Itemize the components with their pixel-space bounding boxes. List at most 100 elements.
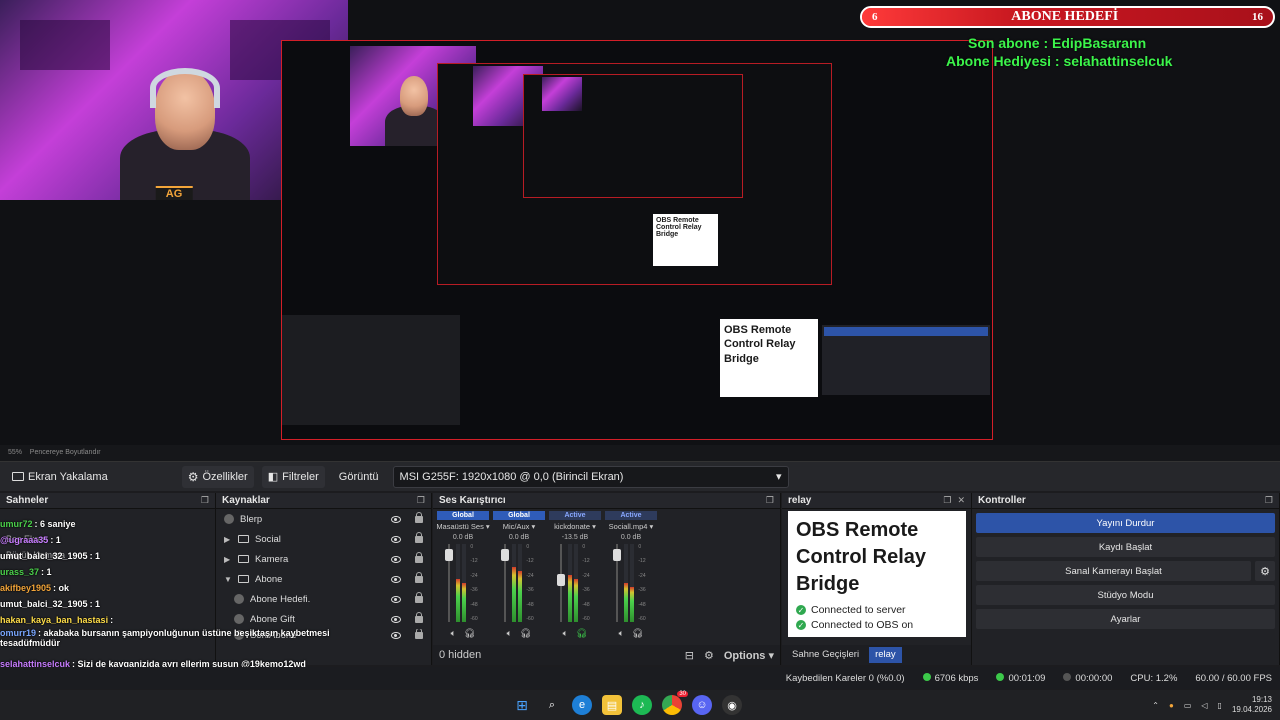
discord-icon[interactable]: ☺ [692,695,712,715]
network-icon[interactable]: ▭ [1184,701,1192,710]
list-view-icon[interactable]: ⊟ [685,649,694,662]
chevron-up-icon[interactable]: ⌃ [1152,701,1159,710]
gear-icon[interactable]: ⚙ [1255,561,1275,581]
spotify-icon[interactable]: ♪ [632,695,652,715]
lock-icon[interactable] [415,511,423,523]
start-icon[interactable]: ⊞ [512,695,532,715]
speaker-icon[interactable]: 🔈︎ [507,628,512,639]
undock-icon[interactable]: ❐ [943,495,951,506]
lock-icon[interactable] [415,531,423,543]
channel-name: Mic/Aux [502,522,530,531]
chat-username: akifbey1905 [0,583,52,593]
level-meter [624,544,629,622]
channel-name-dropdown[interactable]: kickdonate ▾ [554,522,596,531]
search-icon[interactable]: ⌕ [542,695,562,715]
fader-knob[interactable] [501,549,510,562]
volume-fader[interactable] [557,544,566,622]
undock-icon[interactable]: ❐ [417,495,425,506]
clock[interactable]: 19:13 19.04.2026 [1232,695,1272,714]
dropped-frames: Kaybedilen Kareler 0 (%0.0) [785,672,905,684]
obs-icon[interactable]: ◉ [722,695,742,715]
volume-fader[interactable] [501,544,510,622]
battery-icon[interactable]: ▯ [1218,701,1222,710]
obs-preview[interactable]: AG OBS Remote Control Relay Bridge OBS R… [0,0,1280,445]
chat-text: : ok [53,583,70,593]
canvas-frame: OBS Remote Control Relay Bridge OBS Remo… [281,40,993,440]
eye-icon[interactable] [391,555,401,563]
undock-icon[interactable]: ❐ [201,495,209,506]
level-meter [568,544,573,622]
settings-small-icon[interactable]: ⚙ [704,649,714,662]
undock-icon[interactable]: ❐ [1265,495,1273,506]
goal-current: 6 [872,11,878,23]
display-select[interactable]: MSI G255F: 1920x1080 @ 0,0 (Birincil Ekr… [392,465,789,488]
speaker-icon[interactable]: 🔈︎ [451,628,456,639]
file-explorer-icon[interactable]: ▤ [602,695,622,715]
goal-target: 16 [1252,11,1263,23]
relay-panel: OBS Remote Control Relay Bridge ✓ Connec… [788,511,966,637]
scale-tick: -12 [526,558,534,565]
chat-username: hakan_kaya_ban_hastasi [0,615,109,625]
stop-stream-button[interactable]: Yayını Durdur [976,513,1275,533]
undock-icon[interactable]: ❐ [766,495,774,506]
channel-name-dropdown[interactable]: Masaüstü Ses ▾ [436,522,489,531]
fader-knob[interactable] [445,549,454,562]
lock-icon[interactable] [415,611,423,623]
scale-tick: -48 [526,601,534,608]
channel-name-dropdown[interactable]: Sociall.mp4 ▾ [609,522,654,531]
record-time-value: 00:00:00 [1075,672,1113,684]
headphone-icon[interactable]: 🎧︎ [464,628,475,639]
scale-tick: 0 [638,544,642,550]
channel-name-dropdown[interactable]: Mic/Aux ▾ [503,522,536,531]
close-icon[interactable]: ✕ [957,495,965,506]
mic-icon[interactable]: ● [1169,701,1174,710]
mixer-channel: Global Masaüstü Ses ▾ 0.0 dB 0 -12 -24 -36 -48 -… [436,511,490,641]
chat-username: urass_37 [0,567,40,577]
headphone-icon[interactable]: 🎧︎ [576,628,587,639]
last-gift-text: Abone Hediyesi : selahattinselcuk [946,53,1173,69]
speaker-icon[interactable]: 🔈︎ [563,628,568,639]
lock-icon[interactable] [415,551,423,563]
start-recording-button[interactable]: Kaydı Başlat [976,537,1275,557]
properties-button[interactable]: ⚙ Özellikler [181,465,254,488]
lock-icon[interactable] [415,591,423,603]
eye-icon[interactable] [391,575,401,583]
volume-fader[interactable] [445,544,454,622]
settings-button[interactable]: Ayarlar [976,609,1275,629]
hidden-count[interactable]: 0 hidden [439,649,675,661]
tab-scene-transitions[interactable]: Sahne Geçişleri [786,647,865,663]
fader-knob[interactable] [613,549,622,562]
lock-icon[interactable] [415,571,423,583]
studio-mode-button[interactable]: Stüdyo Modu [976,585,1275,605]
eye-icon[interactable] [391,631,401,639]
eye-icon[interactable] [391,595,401,603]
meter-scale: 0 -12 -24 -36 -48 -60 [638,544,645,622]
chat-text: : 1 [50,535,61,545]
speaker-icon[interactable]: 🔈︎ [619,628,624,639]
headphone-icon[interactable]: 🎧︎ [632,628,643,639]
eye-icon[interactable] [391,535,401,543]
eye-icon[interactable] [391,615,401,623]
zoom-level[interactable]: 55% [8,449,22,456]
controls-header: Kontroller ❐ [972,493,1279,509]
fader-knob[interactable] [557,573,566,586]
scale-mode[interactable]: Pencereye Boyutlandır [30,449,101,456]
chat-message: umut_balci_32_1905: 1 [0,596,330,612]
filters-button[interactable]: ◧ Filtreler [261,465,325,488]
fps-readout: 60.00 / 60.00 FPS [1195,672,1272,684]
headphone-icon[interactable]: 🎧︎ [520,628,531,639]
eye-icon[interactable] [391,515,401,523]
volume-icon[interactable]: ◁ [1201,701,1207,710]
start-virtual-camera-button[interactable]: Sanal Kamerayı Başlat [976,561,1251,581]
check-icon: ✓ [796,605,806,615]
last-sub-text: Son abone : EdipBasarann [968,35,1147,51]
chrome-icon[interactable]: 30 [662,691,688,715]
lock-icon[interactable] [415,629,423,639]
channel-name: kickdonate [554,522,590,531]
tab-relay[interactable]: relay [869,647,902,663]
volume-fader[interactable] [613,544,622,622]
options-button[interactable]: Options ▾ [724,649,774,662]
chat-message: urass_37: 1 [0,564,330,580]
scale-tick: 0 [526,544,530,550]
edge-icon[interactable]: e [572,695,592,715]
